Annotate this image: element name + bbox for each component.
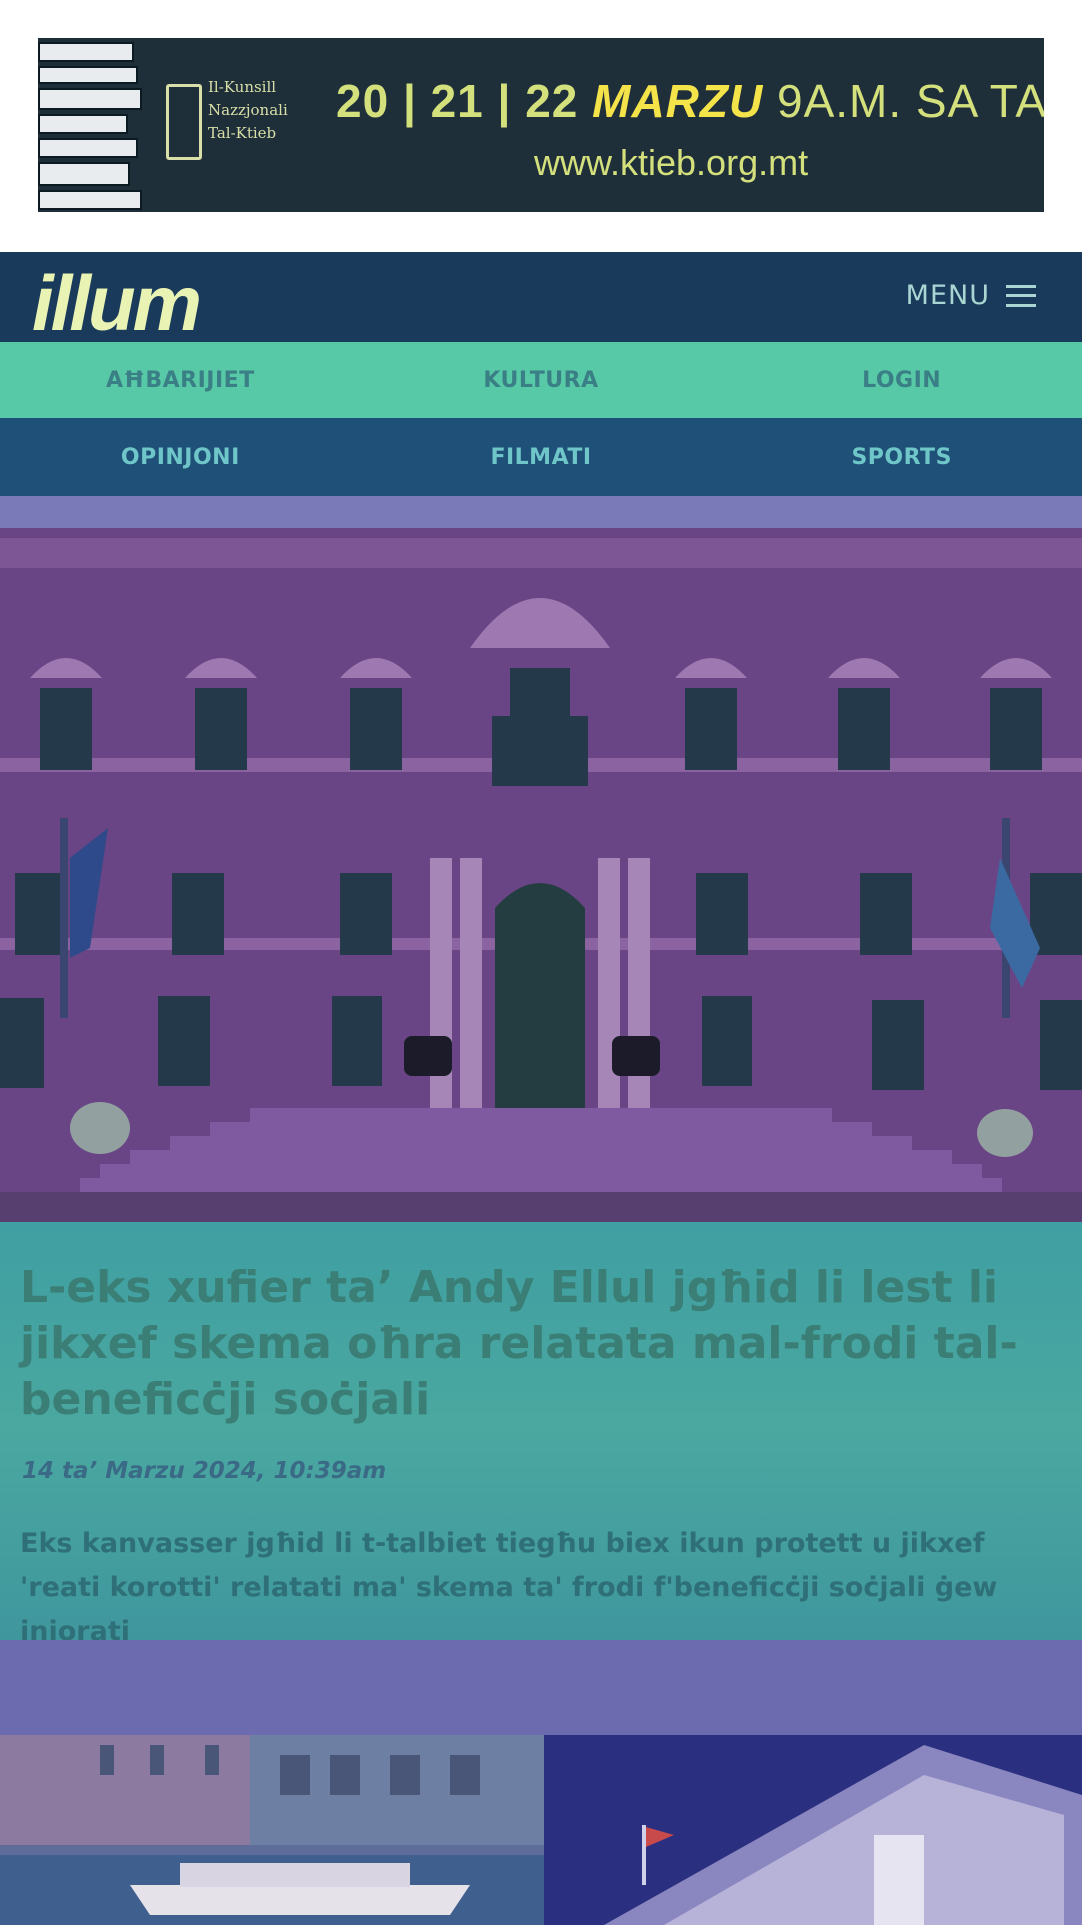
nav-item-sports[interactable]: SPORTS: [721, 418, 1082, 496]
related-article-thumbnail-2[interactable]: [544, 1735, 1082, 1925]
book-council-logo: Il-Kunsill Nazzjonali Tal-Ktieb: [166, 76, 316, 176]
site-header: illum MENU: [0, 252, 1082, 347]
article-date: 14 ta’ Marzu 2024, 10:39am: [22, 1458, 387, 1484]
council-line-1: Il-Kunsill: [208, 78, 277, 96]
council-line-2: Nazzjonali: [208, 101, 288, 119]
ad-banner[interactable]: Il-Kunsill Nazzjonali Tal-Ktieb 20 | 21 …: [38, 38, 1044, 212]
book-icon: [166, 84, 202, 160]
nav-item-login[interactable]: LOGIN: [721, 342, 1082, 418]
menu-label: MENU: [905, 280, 990, 311]
nav-row-2: OPINJONI FILMATI SPORTS: [0, 418, 1082, 496]
article-headline[interactable]: L-eks xufier ta’ Andy Ellul jgħid li les…: [20, 1260, 1060, 1428]
article-hero-image[interactable]: [0, 528, 1082, 1222]
nav-item-ahbarijiet[interactable]: AĦBARIJIET: [0, 342, 361, 418]
ad-dates: 20 | 21 | 22 MARZU 9A.M. SA TARD: [336, 74, 1044, 128]
books-illustration: [38, 38, 142, 212]
menu-button[interactable]: MENU: [906, 280, 1036, 311]
building-pediment-illustration: [544, 1735, 1082, 1925]
article-lede: Eks kanvasser jgħid li t-talbiet tiegħu …: [20, 1528, 998, 1647]
ad-month: MARZU: [592, 75, 764, 127]
ad-banner-area: Il-Kunsill Nazzjonali Tal-Ktieb 20 | 21 …: [0, 0, 1082, 250]
ad-url[interactable]: www.ktieb.org.mt: [534, 142, 808, 184]
nav-item-filmati[interactable]: FILMATI: [361, 418, 722, 496]
site-logo[interactable]: illum: [32, 258, 202, 349]
nav-row-1: AĦBARIJIET KULTURA LOGIN: [0, 342, 1082, 418]
header-spacer: [0, 496, 1082, 528]
related-articles: [0, 1735, 1082, 1925]
building-facade-illustration: [0, 528, 1082, 1222]
harbour-boat-illustration: [0, 1735, 544, 1925]
hamburger-icon: [1006, 284, 1036, 307]
ad-days: 20 | 21 | 22: [336, 75, 579, 127]
section-spacer: [0, 1640, 1082, 1735]
ad-time: 9A.M. SA TARD: [777, 75, 1044, 127]
nav-item-opinjoni[interactable]: OPINJONI: [0, 418, 361, 496]
council-line-3: Tal-Ktieb: [208, 124, 277, 142]
nav-item-kultura[interactable]: KULTURA: [361, 342, 722, 418]
related-article-thumbnail-1[interactable]: [0, 1735, 544, 1925]
